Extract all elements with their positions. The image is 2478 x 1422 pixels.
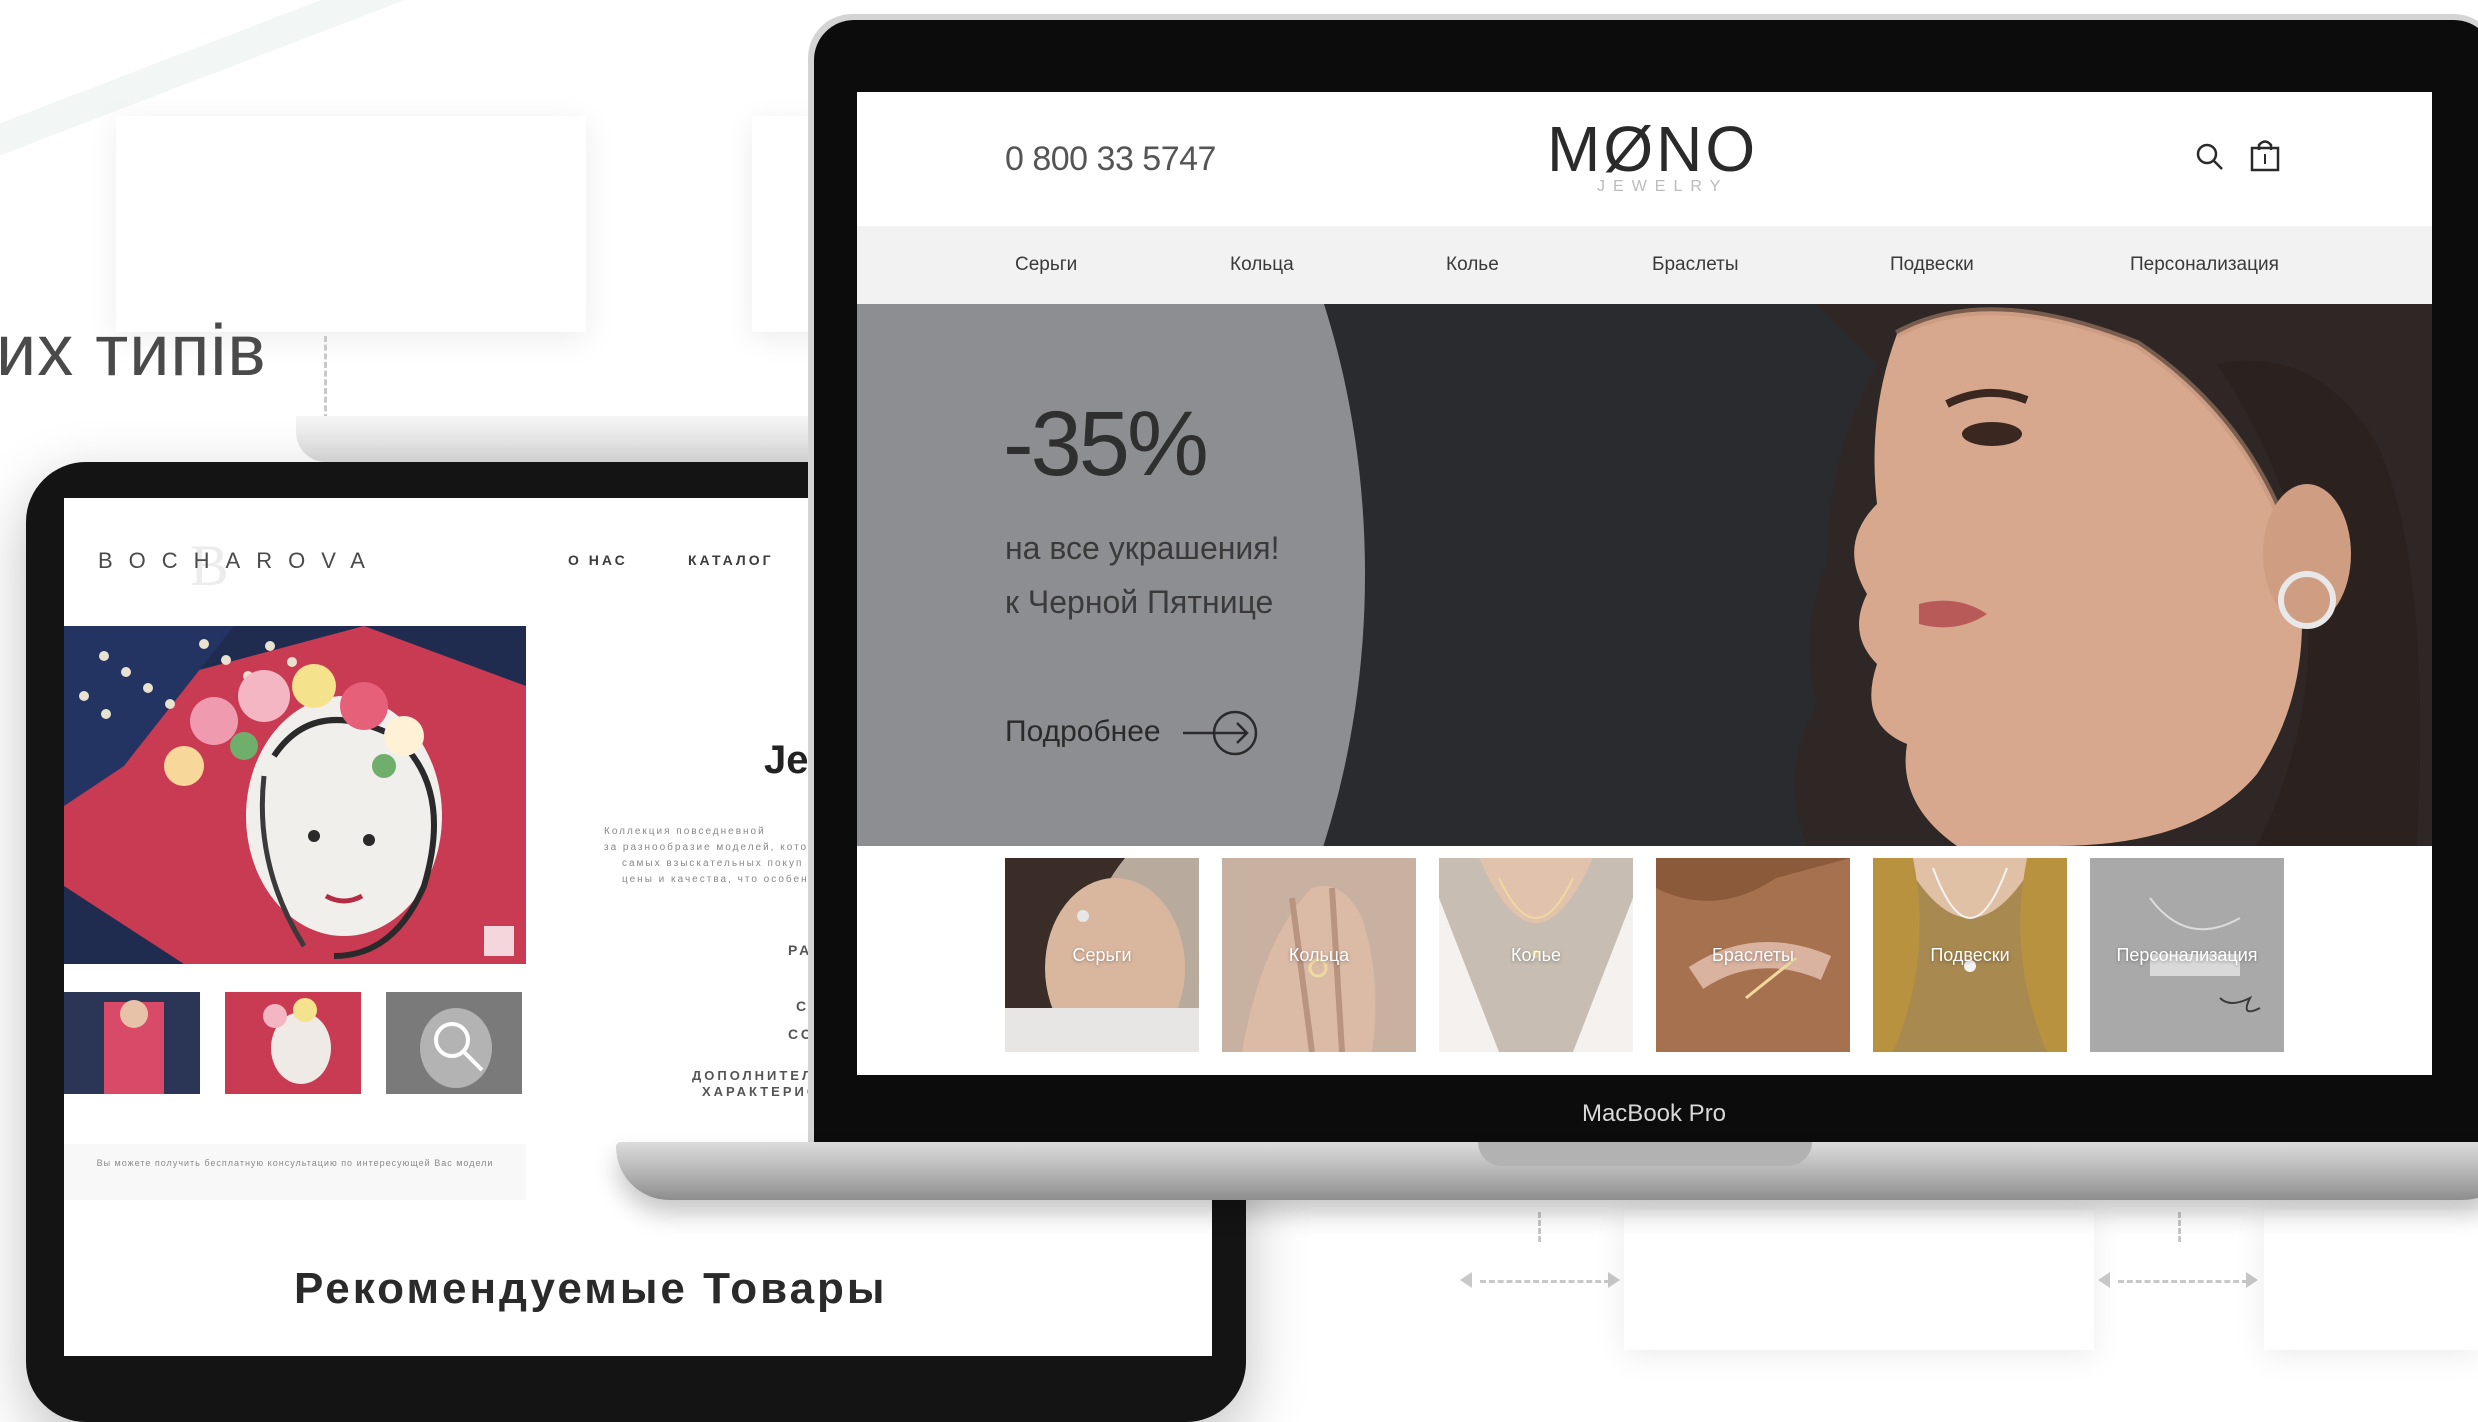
shopping-bag-icon[interactable] <box>2249 138 2281 177</box>
collection-description-line: за разнообразие моделей, кото <box>604 842 809 853</box>
main-nav: Серьги Кольца Колье Браслеты Подвески Пе… <box>857 226 2432 304</box>
consult-banner[interactable]: Вы можете получить бесплатную консультац… <box>64 1144 526 1200</box>
arrow-left-icon <box>1460 1272 1472 1288</box>
category-tile-pendants[interactable]: Подвески <box>1873 858 2067 1052</box>
category-tile-necklaces[interactable]: Колье <box>1439 858 1633 1052</box>
hero-gray-shape <box>857 304 1365 846</box>
hero-banner: -35% на все украшения! к Черной Пятнице … <box>857 304 2432 846</box>
nav-item-rings[interactable]: Кольца <box>1230 254 1294 276</box>
hero-discount: -35% <box>1003 393 1209 495</box>
category-label: Персонализация <box>2116 945 2258 965</box>
product-thumbnail[interactable] <box>386 992 522 1094</box>
consult-text: Вы можете получить бесплатную консультац… <box>96 1158 494 1168</box>
category-label: Кольца <box>1288 945 1350 965</box>
category-label: Подвески <box>1930 945 2010 965</box>
collection-description-line: цены и качества, что особен <box>622 874 809 885</box>
nav-item-pendants[interactable]: Подвески <box>1890 254 1974 276</box>
arrow-left-icon <box>2098 1272 2110 1288</box>
search-icon[interactable] <box>2195 142 2225 177</box>
bocharova-logo[interactable]: BOCHAROVA <box>98 548 381 574</box>
nav-item-personalization[interactable]: Персонализация <box>2130 254 2279 276</box>
category-label: Браслеты <box>1712 945 1794 965</box>
arrow-right-icon <box>1608 1272 1620 1288</box>
product-thumbnail[interactable] <box>64 992 200 1094</box>
background-card <box>1624 1210 2094 1350</box>
hero-line-2: к Черной Пятнице <box>1005 584 1274 620</box>
mono-logo-subtitle: JEWELRY <box>1597 178 1729 195</box>
dimension-line <box>1480 1280 1610 1283</box>
category-tile-rings[interactable]: Кольца <box>1222 858 1416 1052</box>
laptop-screen: 0 800 33 5747 MØNO JEWELRY Серьги Кольца… <box>857 92 2432 1075</box>
nav-item-bracelets[interactable]: Браслеты <box>1652 254 1738 276</box>
arrow-right-icon <box>2246 1272 2258 1288</box>
background-device-edge <box>296 416 836 462</box>
product-main-image[interactable] <box>64 626 526 964</box>
background-heading: их типів <box>0 311 267 391</box>
extra-label: ХАРАКТЕРИС <box>702 1084 820 1099</box>
hero-model-photo <box>1794 304 2432 846</box>
dimension-line <box>2178 1212 2181 1242</box>
arrow-right-icon <box>1182 710 1258 756</box>
category-label: Колье <box>1511 945 1561 965</box>
nav-item-earrings[interactable]: Серьги <box>1015 254 1077 276</box>
laptop-notch <box>1478 1142 1812 1166</box>
nav-item-about[interactable]: О НАС <box>568 552 628 568</box>
background-card <box>2264 1210 2478 1350</box>
extra-label: ДОПОЛНИТЕЛ <box>692 1068 815 1083</box>
product-thumbnail[interactable] <box>225 992 361 1094</box>
recommended-title: Рекомендуемые Товары <box>294 1264 888 1313</box>
hero-more-button[interactable]: Подробнее <box>1005 708 1261 758</box>
collection-description-line: самых взыскательных покуп <box>622 858 804 869</box>
hero-more-label: Подробнее <box>1005 714 1161 748</box>
category-label: Серьги <box>1072 945 1132 965</box>
category-tile-earrings[interactable]: Серьги <box>1005 858 1199 1052</box>
phone-number[interactable]: 0 800 33 5747 <box>1005 140 1216 179</box>
category-tile-personalization[interactable]: Персонализация <box>2090 858 2284 1052</box>
dimension-line <box>2118 1280 2248 1283</box>
laptop-model-label: MacBook Pro <box>1581 1100 1727 1127</box>
nav-item-necklaces[interactable]: Колье <box>1446 254 1499 276</box>
collection-description-line: Коллекция повседневной <box>604 826 766 837</box>
nav-item-catalog[interactable]: КАТАЛОГ <box>688 552 774 568</box>
dimension-line <box>1538 1212 1541 1242</box>
hero-line-1: на все украшения! <box>1005 530 1280 566</box>
background-stripe <box>0 0 843 42</box>
category-tile-bracelets[interactable]: Браслеты <box>1656 858 1850 1052</box>
background-card <box>116 116 586 332</box>
mono-logo[interactable]: MØNO <box>1547 112 1758 186</box>
collection-heading: Je <box>764 738 809 782</box>
category-grid: Серьги Кольца Колье Браслеты Подвески Пе… <box>857 846 2432 1075</box>
